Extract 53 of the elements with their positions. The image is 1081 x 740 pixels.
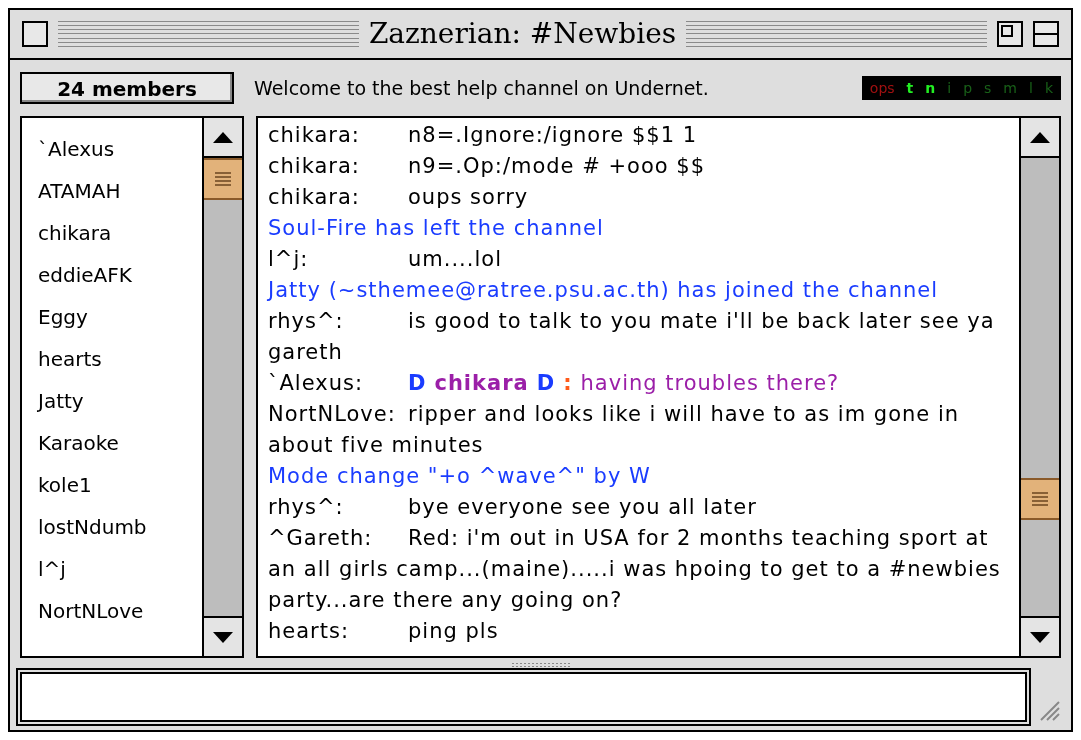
chat-message: hearts: ping pls	[268, 618, 500, 645]
channel-event: Jatty (~sthemee@ratree.psu.ac.th) has joined the channel	[268, 277, 940, 304]
zoom-box[interactable]	[997, 21, 1023, 47]
member-name[interactable]: NortNLove	[38, 590, 202, 632]
mode-letter: k	[1044, 78, 1053, 98]
scroll-thumb[interactable]	[1021, 478, 1059, 520]
member-name[interactable]: eddieAFK	[38, 254, 202, 296]
mode-letter: m	[1003, 78, 1017, 98]
member-name[interactable]: Jatty	[38, 380, 202, 422]
grip-icon	[1031, 490, 1049, 508]
down-arrow-icon	[213, 631, 233, 643]
member-name[interactable]: Karaoke	[38, 422, 202, 464]
member-name[interactable]: ATAMAH	[38, 170, 202, 212]
member-name[interactable]: chikara	[38, 212, 202, 254]
chat-message: chikara: n9=.Op:/mode # +ooo $$	[268, 153, 706, 180]
chat-message: l^j: um....lol	[268, 246, 503, 273]
up-arrow-icon	[213, 131, 233, 143]
collapse-box[interactable]	[1033, 21, 1059, 47]
mode-letter: p	[963, 78, 973, 98]
chat-message: ^Gareth: Red: i'm out in USA for 2 months teaching sport at an all girls camp...(maine).....i was hpoing to get to a #newbies party...are there any going on?	[268, 525, 1002, 614]
channel-event: Soul-Fire has left the channel	[268, 215, 605, 242]
down-arrow-icon	[1030, 631, 1050, 643]
mode-letter: s	[984, 78, 992, 98]
window-title: Zaznerian: #Newbies	[368, 16, 677, 52]
scroll-up-button[interactable]	[204, 118, 242, 158]
member-name[interactable]: lostNdumb	[38, 506, 202, 548]
chat-message: chikara: n8=.Ignore:/ignore $$1 1	[268, 122, 699, 149]
scroll-down-button[interactable]	[204, 616, 242, 656]
up-arrow-icon	[1030, 131, 1050, 143]
member-name[interactable]: hearts	[38, 338, 202, 380]
chat-message: rhys^: is good to talk to you mate i'll be back later see ya gareth	[268, 308, 996, 366]
mode-letter: n	[925, 78, 936, 98]
members-button[interactable]: 24 members	[20, 72, 234, 104]
chat-message: rhys^: bye everyone see you all later	[268, 494, 758, 521]
mode-letter: i	[947, 78, 952, 98]
close-box[interactable]	[22, 21, 48, 47]
member-name[interactable]: kole1	[38, 464, 202, 506]
member-name[interactable]: l^j	[38, 548, 202, 590]
member-name[interactable]: `Alexus	[38, 128, 202, 170]
mode-letter: l	[1029, 78, 1033, 98]
chat-message: chikara: oups sorry	[268, 184, 530, 211]
chat-nick: `Alexus:	[268, 370, 364, 397]
scroll-thumb[interactable]	[204, 158, 242, 200]
channel-event: Mode change "+o ^wave^" by W	[268, 463, 652, 490]
scroll-up-button[interactable]	[1021, 118, 1059, 158]
mode-letter: t	[906, 78, 914, 98]
channel-topic: Welcome to the best help channel on Undernet.	[254, 75, 710, 101]
scroll-down-button[interactable]	[1021, 616, 1059, 656]
ops-label: ops	[869, 78, 895, 98]
grip-icon	[214, 170, 232, 188]
member-name[interactable]: Eggy	[38, 296, 202, 338]
chat-message: D chikara D : having troubles there?	[408, 370, 841, 397]
chat-message: NortNLove: ripper and looks like i will have to as im gone in about five minutes	[268, 401, 961, 459]
